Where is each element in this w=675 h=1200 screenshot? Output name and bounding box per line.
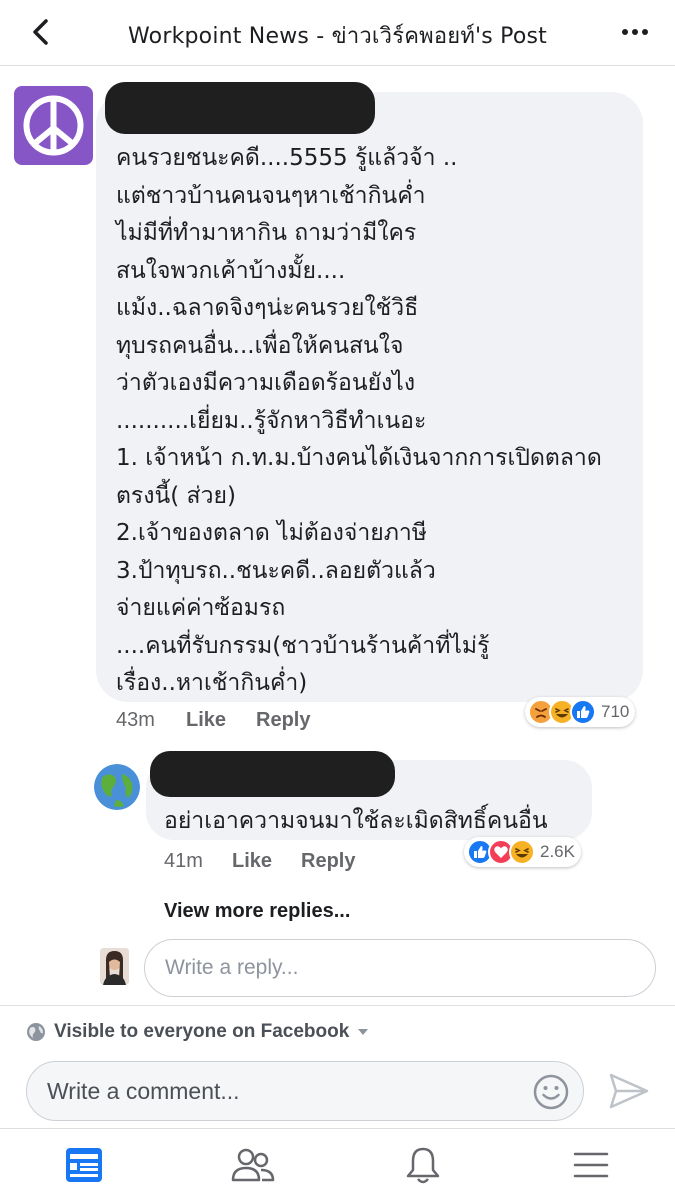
current-user-avatar: [100, 948, 129, 985]
caret-down-icon: [358, 1029, 369, 1035]
menu-icon: [573, 1152, 609, 1178]
tab-notifications[interactable]: [401, 1143, 445, 1187]
visibility-text: Visible to everyone on Facebook: [54, 1021, 350, 1042]
comment-time: 43m: [116, 709, 155, 731]
reply-input-placeholder: Write a reply...: [165, 956, 299, 979]
top-bar: Workpoint News - ข่าวเวิร์คพอยท์'s Post: [0, 0, 675, 66]
user-photo-icon: [100, 948, 129, 985]
comment-like-button[interactable]: Like: [186, 709, 226, 732]
tab-news-feed[interactable]: [62, 1143, 106, 1187]
emoji-icon[interactable]: [533, 1074, 569, 1110]
comment-reply-button[interactable]: Reply: [256, 709, 310, 732]
bottom-tab-bar: [0, 1128, 675, 1200]
reply-input[interactable]: Write a reply...: [144, 939, 656, 997]
replier-avatar[interactable]: [94, 764, 140, 810]
comment-input-placeholder: Write a comment...: [47, 1078, 240, 1104]
reply-reply-button[interactable]: Reply: [301, 850, 355, 873]
divider: [0, 1005, 675, 1006]
like-icon: [570, 699, 596, 725]
haha-icon: [509, 839, 535, 865]
comment-input[interactable]: Write a comment...: [26, 1061, 584, 1121]
notifications-icon: [406, 1147, 440, 1184]
globe-small-icon: [27, 1023, 45, 1041]
reply-text: อย่าเอาความจนมาใช้ละเมิดสิทธิ์คนอื่น: [164, 808, 548, 834]
view-more-replies-link[interactable]: View more replies...: [164, 900, 350, 923]
globe-icon: [94, 764, 140, 810]
reply-time: 41m: [164, 850, 203, 872]
send-icon[interactable]: [608, 1072, 650, 1110]
tab-menu[interactable]: [569, 1143, 613, 1187]
reply-like-button[interactable]: Like: [232, 850, 272, 873]
visibility-selector[interactable]: Visible to everyone on Facebook: [26, 1021, 377, 1043]
comment-text: คนรวยชนะคดี....5555 รู้แล้วจ้า .. แต่ชาว…: [116, 145, 602, 696]
redacted-commenter-name: [105, 82, 375, 134]
comment-reaction-count: 710: [601, 702, 630, 721]
friends-icon: [231, 1148, 275, 1182]
peace-icon: [23, 95, 84, 156]
more-dots-icon: [622, 29, 648, 35]
reply-reaction-count: 2.6K: [540, 842, 575, 861]
tab-friends[interactable]: [231, 1143, 275, 1187]
comment-reactions[interactable]: 710: [525, 697, 636, 727]
page-title: Workpoint News - ข่าวเวิร์คพอยท์'s Post: [128, 24, 547, 49]
redacted-replier-name: [150, 751, 395, 797]
reply-reactions[interactable]: 2.6K: [464, 837, 581, 867]
news-feed-icon: [66, 1148, 102, 1182]
more-options-button[interactable]: [617, 16, 653, 48]
commenter-avatar[interactable]: [14, 86, 93, 165]
